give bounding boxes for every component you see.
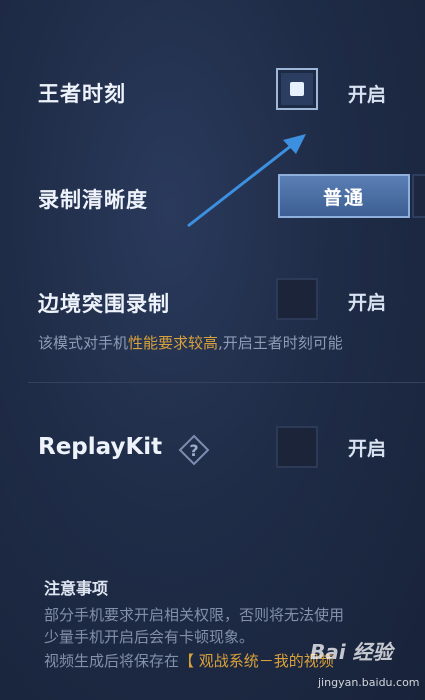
border-record-label: 边境突围录制	[38, 292, 170, 316]
replaykit-label: ReplayKit	[38, 434, 163, 460]
divider	[28, 382, 425, 383]
recording-quality-label: 录制清晰度	[38, 188, 148, 212]
notice-line-1: 部分手机要求开启相关权限，否则将无法使用	[44, 606, 345, 624]
replaykit-option-label: 开启	[348, 438, 387, 460]
notice-title: 注意事项	[44, 579, 109, 598]
notice-line-3: 视频生成后将保存在【 观战系统－我的视频	[44, 650, 334, 671]
notice-line-2: 少量手机开启后会有卡顿现象。	[44, 628, 255, 646]
watermark: Bai 经验	[310, 640, 393, 664]
notice-line-3-prefix: 视频生成后将保存在	[44, 652, 180, 670]
desc-highlight: 性能要求较高	[128, 334, 219, 352]
watermark-url: jingyan.baidu.com	[318, 676, 420, 689]
border-record-option-label: 开启	[348, 292, 387, 314]
border-record-checkbox[interactable]	[276, 278, 318, 320]
svg-text:?: ?	[189, 441, 198, 460]
help-question-icon[interactable]: ?	[178, 434, 210, 466]
desc-suffix: ,开启王者时刻可能	[218, 334, 343, 352]
desc-prefix: 该模式对手机	[38, 334, 129, 352]
quality-normal-button[interactable]: 普通	[278, 174, 410, 218]
replaykit-checkbox[interactable]	[276, 426, 318, 468]
quality-next-option-button[interactable]	[412, 174, 425, 218]
border-record-description: 该模式对手机性能要求较高,开启王者时刻可能	[38, 332, 343, 353]
